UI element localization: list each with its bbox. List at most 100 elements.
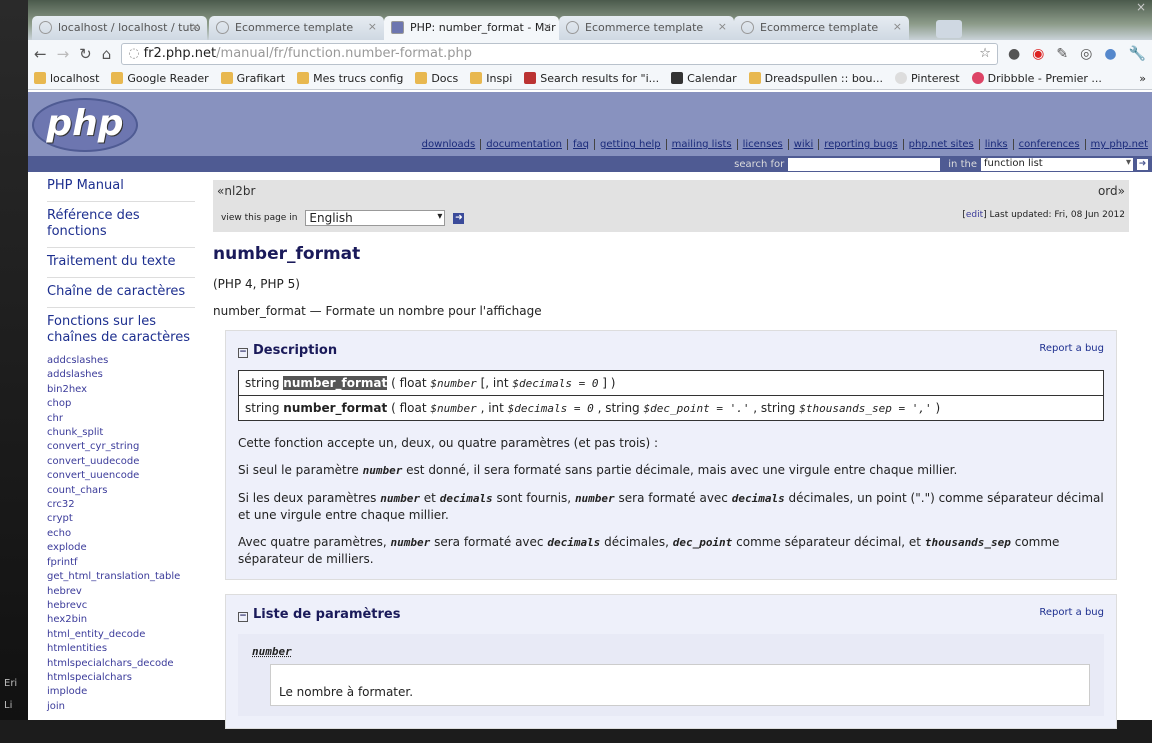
address-bar[interactable]: ◌ fr2.php.net/manual/fr/function.number-f… — [121, 42, 998, 65]
bookmark-folder[interactable]: Mes trucs config — [297, 71, 403, 85]
search-scope-select[interactable]: function list — [981, 157, 1133, 171]
text: Avec quatre paramètres, — [238, 535, 391, 549]
language-select[interactable]: English — [305, 210, 446, 226]
back-icon[interactable]: ← — [34, 45, 47, 63]
search-go-button[interactable]: ➜ — [1137, 158, 1148, 170]
bookmark[interactable]: Dribbble - Premier ... — [971, 71, 1102, 85]
edit-link[interactable]: edit — [966, 210, 983, 220]
nav-link[interactable]: reporting bugs — [819, 139, 904, 150]
nav-link[interactable]: my php.net — [1086, 139, 1148, 150]
collapse-icon[interactable]: − — [238, 348, 248, 358]
function-link[interactable]: bin2hex — [47, 383, 208, 397]
function-link[interactable]: explode — [47, 541, 208, 555]
last-updated: [edit] Last updated: Fri, 08 Jun 2012 — [962, 210, 1125, 220]
language-go-button[interactable]: ➜ — [453, 212, 465, 224]
folder-icon — [470, 71, 483, 84]
close-window-icon[interactable]: × — [1136, 0, 1146, 14]
nav-link[interactable]: downloads — [417, 139, 482, 150]
sidebar-link[interactable]: Traitement du texte — [47, 248, 195, 278]
tab[interactable]: Ecommerce template × — [734, 16, 909, 40]
sidebar-link[interactable]: Référence des fonctions — [47, 202, 195, 248]
next-link[interactable]: ord» — [1098, 184, 1125, 198]
close-icon[interactable]: × — [893, 20, 902, 33]
tab[interactable]: localhost / localhost / tuto × — [32, 16, 207, 40]
close-icon[interactable]: × — [718, 20, 727, 33]
bookmark[interactable]: Grafikart — [220, 71, 285, 85]
nav-link[interactable]: links — [980, 139, 1014, 150]
function-link[interactable]: convert_uuencode — [47, 469, 208, 483]
close-icon[interactable]: × — [543, 20, 552, 33]
bookmark-folder[interactable]: Docs — [415, 71, 458, 85]
tab-active[interactable]: PHP: number_format - Mar × — [384, 16, 559, 40]
function-link[interactable]: htmlentities — [47, 642, 208, 656]
sidebar-link[interactable]: Chaîne de caractères — [47, 278, 195, 308]
more-bookmarks-button[interactable]: » — [1139, 72, 1146, 85]
bookmark[interactable]: localhost — [34, 71, 99, 85]
nav-link[interactable]: documentation — [481, 139, 568, 150]
report-bug-link[interactable]: Report a bug — [1039, 607, 1104, 622]
sidebar-link[interactable]: PHP Manual — [47, 172, 195, 202]
function-list: addcslashes addslashes bin2hex chop chr chunk… — [47, 354, 208, 714]
tab-title: Ecommerce template — [760, 21, 879, 34]
extension-icon[interactable]: ● — [1008, 46, 1020, 62]
function-link[interactable]: html_entity_decode — [47, 628, 208, 642]
function-link[interactable]: addcslashes — [47, 354, 208, 368]
tab[interactable]: Ecommerce template × — [209, 16, 384, 40]
bookmark[interactable]: Search results for "i... — [524, 71, 659, 85]
extension-icon[interactable]: ◎ — [1080, 46, 1092, 62]
extension-icon[interactable]: ● — [1104, 46, 1116, 62]
function-link[interactable]: htmlspecialchars_decode — [47, 657, 208, 671]
function-link[interactable]: crc32 — [47, 498, 208, 512]
function-link[interactable]: hebrevc — [47, 599, 208, 613]
function-link[interactable]: chr — [47, 412, 208, 426]
search-input[interactable] — [788, 157, 941, 171]
function-link[interactable]: chunk_split — [47, 426, 208, 440]
tab[interactable]: Ecommerce template × — [559, 16, 734, 40]
bookmark-star-icon[interactable]: ☆ — [979, 46, 991, 61]
function-link[interactable]: hebrev — [47, 585, 208, 599]
nav-link[interactable]: wiki — [789, 139, 820, 150]
forward-icon[interactable]: → — [57, 45, 70, 63]
nav-link[interactable]: faq — [568, 139, 595, 150]
signature: string number_format ( float $number , i… — [238, 395, 1104, 421]
wrench-icon[interactable]: 🔧 — [1129, 46, 1146, 62]
nav-link[interactable]: conferences — [1014, 139, 1086, 150]
report-bug-link[interactable]: Report a bug — [1039, 343, 1104, 358]
function-link[interactable]: fprintf — [47, 556, 208, 570]
nav-link[interactable]: php.net sites — [904, 139, 980, 150]
bookmark[interactable]: Dreadspullen :: bou... — [748, 71, 883, 85]
function-link[interactable]: htmlspecialchars — [47, 671, 208, 685]
function-link[interactable]: convert_uudecode — [47, 455, 208, 469]
new-tab-button[interactable] — [936, 20, 962, 38]
home-icon[interactable]: ⌂ — [102, 45, 112, 63]
section-heading: Description — [253, 343, 338, 358]
function-link[interactable]: echo — [47, 527, 208, 541]
collapse-icon[interactable]: − — [238, 612, 248, 622]
function-link[interactable]: convert_cyr_string — [47, 440, 208, 454]
reload-icon[interactable]: ↻ — [79, 45, 92, 63]
close-icon[interactable]: × — [191, 20, 200, 33]
nav-link[interactable]: licenses — [738, 139, 789, 150]
extension-icon[interactable]: ◉ — [1032, 46, 1044, 62]
bookmark[interactable]: Google Reader — [111, 71, 209, 85]
tab-title: Ecommerce template — [235, 21, 354, 34]
nav-link[interactable]: mailing lists — [667, 139, 738, 150]
prev-link[interactable]: «nl2br — [217, 184, 255, 198]
extension-icon[interactable]: ✎ — [1056, 46, 1068, 62]
function-link[interactable]: chop — [47, 397, 208, 411]
function-link[interactable]: addslashes — [47, 368, 208, 382]
close-icon[interactable]: × — [368, 20, 377, 33]
bookmark[interactable]: Calendar — [671, 71, 737, 85]
bookmark[interactable]: Pinterest — [895, 71, 960, 85]
php-logo[interactable]: php — [32, 98, 138, 152]
function-link[interactable]: hex2bin — [47, 613, 208, 627]
function-link[interactable]: get_html_translation_table — [47, 570, 208, 584]
tab-title: Ecommerce template — [585, 21, 704, 34]
sidebar-link[interactable]: Fonctions sur les chaînes de caractères — [47, 308, 195, 348]
function-link[interactable]: implode — [47, 685, 208, 699]
nav-link[interactable]: getting help — [595, 139, 667, 150]
function-link[interactable]: count_chars — [47, 484, 208, 498]
function-link[interactable]: join — [47, 700, 208, 714]
function-link[interactable]: crypt — [47, 512, 208, 526]
bookmark-folder[interactable]: Inspi — [470, 71, 512, 85]
